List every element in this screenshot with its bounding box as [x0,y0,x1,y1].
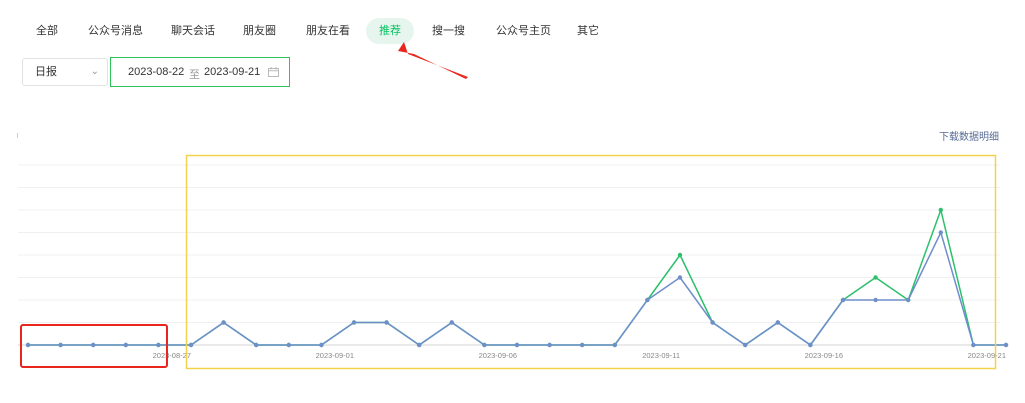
data-point[interactable] [873,275,878,280]
x-tick-label: 2023-09-16 [805,351,843,360]
data-point[interactable] [417,342,422,348]
data-point[interactable] [482,342,487,348]
data-point[interactable] [25,342,31,348]
data-point[interactable] [58,342,63,348]
data-point[interactable] [221,320,226,325]
data-point[interactable] [677,252,683,258]
data-point[interactable] [547,342,552,348]
x-axis-labels: 2023-08-27 2023-09-01 2023-09-06 2023-09-11… [153,351,1006,360]
data-point[interactable] [580,342,585,348]
x-tick-label: 2023-09-21 [968,351,1006,360]
x-tick-label: 2023-09-11 [642,351,680,360]
data-point[interactable] [743,342,748,348]
x-tick-label: 2023-09-06 [479,351,517,360]
data-point[interactable] [319,342,324,348]
data-point[interactable] [188,342,194,348]
data-point[interactable] [1003,342,1009,348]
data-point[interactable] [906,297,911,303]
data-point[interactable] [710,320,715,325]
data-point[interactable] [775,320,780,325]
trend-chart: 2023-08-27 2023-09-01 2023-09-06 2023-09-11… [18,42,1009,370]
data-point[interactable] [971,342,976,348]
data-point[interactable] [156,342,161,348]
data-point[interactable] [938,230,943,235]
x-tick-label: 2023-08-27 [153,351,191,360]
data-point[interactable] [645,297,650,303]
x-tick-label: 2023-09-01 [316,351,354,360]
data-point[interactable] [286,342,291,348]
data-point[interactable] [873,297,878,303]
annotation-arrow [398,42,468,79]
data-point[interactable] [840,297,846,303]
data-point[interactable] [123,342,128,348]
data-point[interactable] [612,342,617,348]
data-point[interactable] [351,320,357,325]
data-point[interactable] [449,320,454,325]
data-point[interactable] [384,320,389,325]
data-point[interactable] [677,275,683,280]
data-point[interactable] [254,342,259,348]
data-point[interactable] [514,342,520,348]
grid-lines [18,164,1000,346]
data-point[interactable] [808,342,813,348]
data-point[interactable] [938,207,943,213]
data-point[interactable] [91,342,96,348]
